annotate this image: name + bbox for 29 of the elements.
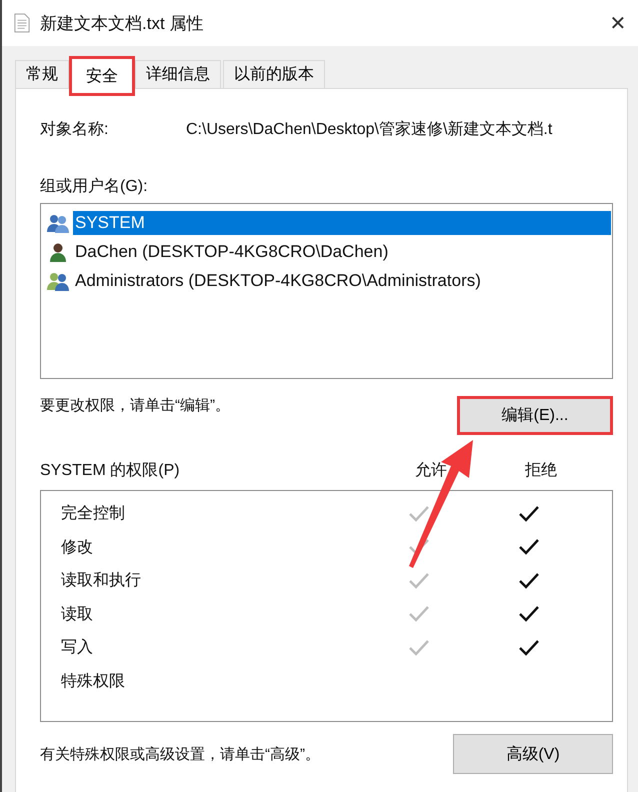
tab[interactable]: 详细信息 xyxy=(135,60,221,88)
hint-text: 要更改权限，请单击“编辑”。 xyxy=(40,396,230,415)
permission-name: 读取和执行 xyxy=(61,570,142,592)
tab[interactable]: 安全 xyxy=(71,58,133,94)
permission-name: 写入 xyxy=(61,638,94,658)
list-item[interactable]: Administrators (DESKTOP-4KG8CRO\Administrators) xyxy=(73,268,612,292)
column-header: 拒绝 xyxy=(525,461,558,481)
hint-text: 有关特殊权限或高级设置，请单击“高级”。 xyxy=(40,744,320,764)
edit-button[interactable]: 编辑(E)... xyxy=(457,396,613,435)
field-label: 对象名称: xyxy=(40,120,110,140)
list-item[interactable]: SYSTEM xyxy=(73,210,611,234)
list-item[interactable]: DaChen (DESKTOP-4KG8CRO\DaChen) xyxy=(73,240,612,264)
permission-name: 特殊权限 xyxy=(61,672,126,692)
document-icon xyxy=(14,13,30,33)
tab[interactable]: 常规 xyxy=(15,60,69,88)
column-header: 允许 xyxy=(415,461,448,481)
user-icon xyxy=(47,242,69,262)
object-path: C:\Users\DaChen\Desktop\管家速修\新建文本文档.t xyxy=(186,120,552,140)
permission-name: 完全控制 xyxy=(61,504,126,524)
permission-name: 读取 xyxy=(61,604,94,625)
permission-name: 修改 xyxy=(61,538,94,558)
users-icon xyxy=(47,212,69,232)
users-icon xyxy=(47,270,69,290)
window-title: 新建文本文档.txt 属性 xyxy=(40,12,204,34)
list-label: 组或用户名(G): xyxy=(40,176,149,197)
close-button[interactable]: ✕ xyxy=(598,3,638,43)
permissions-label: SYSTEM 的权限(P) xyxy=(40,461,181,481)
advanced-button[interactable]: 高级(V) xyxy=(453,734,613,774)
tab[interactable]: 以前的版本 xyxy=(223,60,325,88)
